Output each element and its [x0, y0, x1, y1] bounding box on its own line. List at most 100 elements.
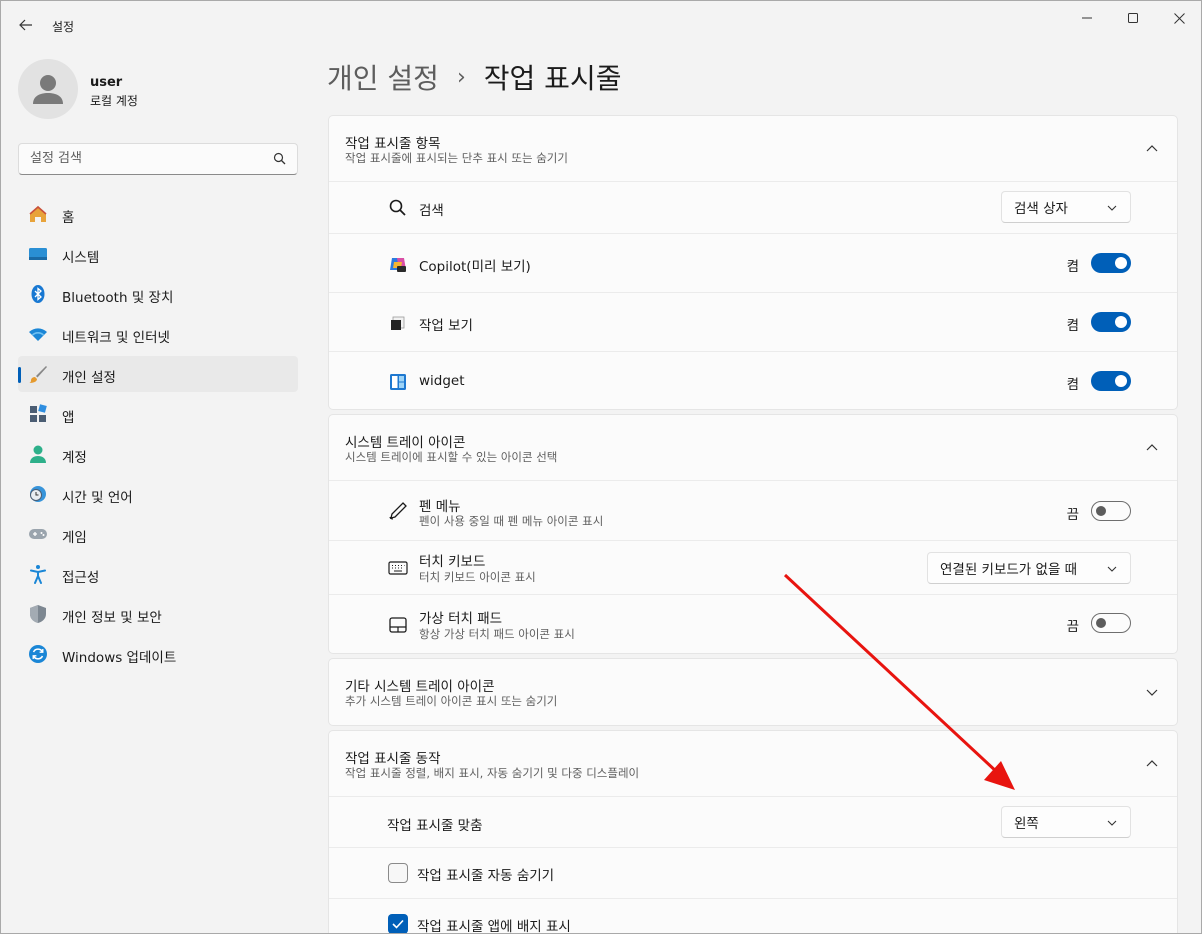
- copilot-icon: [390, 258, 406, 272]
- copilot-row: Copilot(미리 보기) 켬: [329, 234, 1177, 293]
- toggle-state-label: 끔: [1066, 507, 1079, 523]
- task-view-row: 작업 보기 켬: [329, 293, 1177, 352]
- brush-icon: [29, 366, 47, 383]
- chevron-down-icon: [1107, 205, 1117, 211]
- auto-hide-label: 작업 표시줄 자동 숨기기: [417, 868, 555, 884]
- section-title: 시스템 트레이 아이콘: [345, 435, 466, 451]
- system-tray-card: 시스템 트레이 아이콘 시스템 트레이에 표시할 수 있는 아이콘 선택 펜 메…: [328, 414, 1178, 654]
- section-title: 작업 표시줄 동작: [345, 751, 441, 767]
- taskbar-alignment-dropdown[interactable]: 왼쪽: [1001, 806, 1131, 838]
- pen-menu-row: 펜 메뉴 펜이 사용 중일 때 펜 메뉴 아이콘 표시 끔: [329, 481, 1177, 541]
- system-tray-header[interactable]: 시스템 트레이 아이콘 시스템 트레이에 표시할 수 있는 아이콘 선택: [329, 415, 1177, 481]
- breadcrumb-parent[interactable]: 개인 설정: [327, 57, 439, 97]
- search-mode-dropdown[interactable]: 검색 상자: [1001, 191, 1131, 223]
- auto-hide-checkbox[interactable]: [388, 863, 408, 883]
- pen-icon: [389, 502, 407, 520]
- chevron-down-icon: [1107, 820, 1117, 826]
- chevron-down-icon[interactable]: [1145, 685, 1159, 699]
- sidebar-item-gaming[interactable]: 게임: [18, 516, 298, 552]
- dropdown-value: 연결된 키보드가 없을 때: [940, 562, 1078, 578]
- update-icon: [29, 645, 47, 663]
- user-name: user: [90, 75, 123, 90]
- settings-search-box[interactable]: [18, 143, 298, 175]
- sidebar-item-windows-update[interactable]: Windows 업데이트: [18, 636, 298, 672]
- toggle-state-label: 켬: [1066, 377, 1079, 393]
- search-input[interactable]: [30, 151, 260, 166]
- pen-menu-toggle[interactable]: [1091, 501, 1131, 521]
- touch-keyboard-label: 터치 키보드: [419, 554, 486, 570]
- search-icon: [389, 199, 406, 216]
- sidebar-item-label: Windows 업데이트: [62, 650, 177, 666]
- badges-checkbox[interactable]: [388, 914, 408, 933]
- sidebar-item-personalization[interactable]: 개인 설정: [18, 356, 298, 392]
- page-title: 작업 표시줄: [483, 62, 622, 95]
- sidebar-item-label: 개인 설정: [62, 370, 116, 386]
- dropdown-value: 검색 상자: [1014, 201, 1068, 217]
- sidebar-item-system[interactable]: 시스템: [18, 236, 298, 272]
- search-icon: [273, 152, 286, 165]
- touchpad-icon: [389, 617, 407, 633]
- breadcrumb: 개인 설정 › 작업 표시줄: [327, 55, 621, 99]
- section-subtitle: 추가 시스템 트레이 아이콘 표시 또는 숨기기: [345, 694, 558, 708]
- close-button[interactable]: [1156, 1, 1201, 35]
- taskbar-alignment-label: 작업 표시줄 맞춤: [387, 818, 483, 834]
- section-subtitle: 시스템 트레이에 표시할 수 있는 아이콘 선택: [345, 450, 558, 464]
- widget-toggle[interactable]: [1091, 371, 1131, 391]
- chevron-up-icon[interactable]: [1145, 142, 1159, 156]
- sidebar-item-accessibility[interactable]: 접근성: [18, 556, 298, 592]
- taskbar-items-header[interactable]: 작업 표시줄 항목 작업 표시줄에 표시되는 단추 표시 또는 숨기기: [329, 116, 1177, 182]
- settings-window: 설정 user 로컬 계정 홈 시스템: [0, 0, 1202, 934]
- sidebar-item-privacy[interactable]: 개인 정보 및 보안: [18, 596, 298, 632]
- gamepad-icon: [29, 529, 47, 539]
- copilot-label: Copilot(미리 보기): [419, 259, 531, 275]
- maximize-button[interactable]: [1110, 1, 1156, 35]
- shield-icon: [30, 605, 46, 623]
- taskbar-behaviors-card: 작업 표시줄 동작 작업 표시줄 정렬, 배지 표시, 자동 숨기기 및 다중 …: [328, 730, 1178, 934]
- badges-label: 작업 표시줄 앱에 배지 표시: [417, 919, 571, 934]
- account-icon: [30, 445, 46, 463]
- touch-keyboard-row: 터치 키보드 터치 키보드 아이콘 표시 연결된 키보드가 없을 때: [329, 541, 1177, 595]
- pen-menu-label: 펜 메뉴: [419, 499, 461, 515]
- sidebar-item-network[interactable]: 네트워크 및 인터넷: [18, 316, 298, 352]
- back-button[interactable]: [11, 11, 41, 39]
- apps-icon: [30, 404, 47, 422]
- virtual-touchpad-toggle[interactable]: [1091, 613, 1131, 633]
- avatar[interactable]: [18, 59, 78, 119]
- task-view-toggle[interactable]: [1091, 312, 1131, 332]
- section-subtitle: 작업 표시줄 정렬, 배지 표시, 자동 숨기기 및 다중 디스플레이: [345, 766, 640, 780]
- sidebar-item-time-language[interactable]: 시간 및 언어: [18, 476, 298, 512]
- chevron-up-icon[interactable]: [1145, 757, 1159, 771]
- back-arrow-icon: [19, 19, 32, 31]
- sidebar-item-accounts[interactable]: 계정: [18, 436, 298, 472]
- toggle-state-label: 끔: [1066, 619, 1079, 635]
- time-language-icon: [30, 486, 46, 502]
- other-tray-header[interactable]: 기타 시스템 트레이 아이콘 추가 시스템 트레이 아이콘 표시 또는 숨기기: [329, 659, 1177, 725]
- widget-row: widget 켬: [329, 352, 1177, 409]
- sidebar-item-home[interactable]: 홈: [18, 196, 298, 232]
- toggle-state-label: 켬: [1066, 259, 1079, 275]
- minimize-button[interactable]: [1064, 1, 1110, 35]
- copilot-toggle[interactable]: [1091, 253, 1131, 273]
- dropdown-value: 왼쪽: [1014, 816, 1039, 832]
- section-subtitle: 작업 표시줄에 표시되는 단추 표시 또는 숨기기: [345, 151, 568, 165]
- chevron-up-icon[interactable]: [1145, 441, 1159, 455]
- virtual-touchpad-label: 가상 터치 패드: [419, 611, 503, 627]
- minimize-icon: [1082, 17, 1092, 19]
- taskbar-items-card: 작업 표시줄 항목 작업 표시줄에 표시되는 단추 표시 또는 숨기기 검색 검…: [328, 115, 1178, 410]
- keyboard-icon: [388, 561, 408, 575]
- close-icon: [1173, 12, 1185, 24]
- touch-keyboard-dropdown[interactable]: 연결된 키보드가 없을 때: [927, 552, 1131, 584]
- sidebar-item-label: 시스템: [62, 250, 100, 266]
- sidebar-item-label: Bluetooth 및 장치: [62, 290, 174, 306]
- pen-menu-description: 펜이 사용 중일 때 펜 메뉴 아이콘 표시: [419, 514, 604, 528]
- taskbar-behaviors-header[interactable]: 작업 표시줄 동작 작업 표시줄 정렬, 배지 표시, 자동 숨기기 및 다중 …: [329, 731, 1177, 797]
- other-tray-card: 기타 시스템 트레이 아이콘 추가 시스템 트레이 아이콘 표시 또는 숨기기: [328, 658, 1178, 726]
- maximize-icon: [1128, 13, 1138, 23]
- sidebar-item-bluetooth[interactable]: Bluetooth 및 장치: [18, 276, 298, 312]
- wifi-icon: [29, 328, 47, 341]
- sidebar-item-apps[interactable]: 앱: [18, 396, 298, 432]
- toggle-state-label: 켬: [1066, 318, 1079, 334]
- sidebar-item-label: 홈: [62, 210, 75, 226]
- virtual-touchpad-description: 항상 가상 터치 패드 아이콘 표시: [419, 627, 575, 641]
- section-title: 기타 시스템 트레이 아이콘: [345, 679, 495, 695]
